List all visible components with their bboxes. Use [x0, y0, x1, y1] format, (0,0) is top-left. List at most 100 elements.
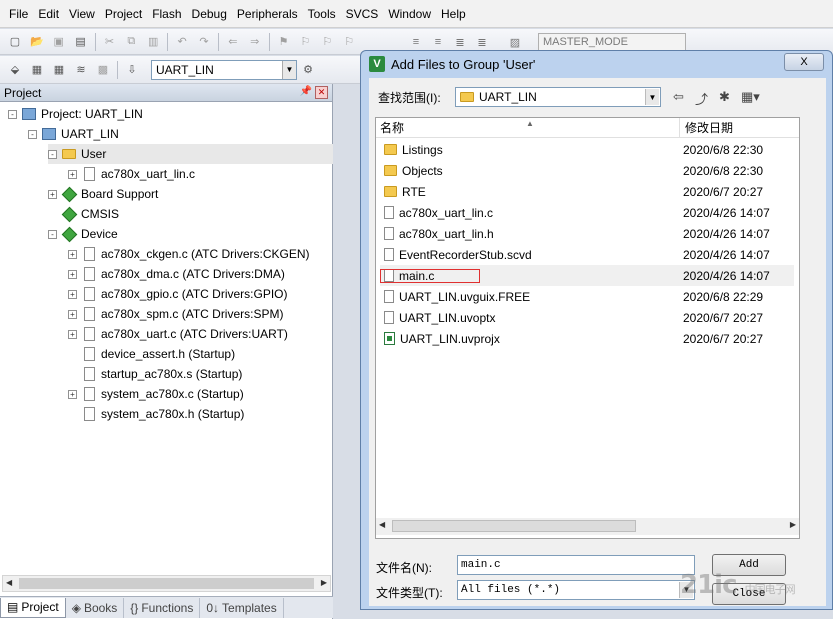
file-row[interactable]: ac780x_uart_lin.c 2020/4/26 14:07	[380, 202, 794, 223]
tree-item[interactable]: - Project: UART_LIN	[8, 104, 143, 124]
mode-select[interactable]: MASTER_MODE	[538, 33, 686, 51]
save-all-icon[interactable]: ▤	[72, 33, 90, 51]
nav-back-icon[interactable]: ⇐	[224, 33, 242, 51]
menu-file[interactable]: File	[4, 0, 33, 28]
menu-view[interactable]: View	[64, 0, 100, 28]
tree-item[interactable]: + Board Support	[48, 184, 158, 204]
scroll-left-icon[interactable]: ◀	[6, 578, 12, 587]
stop-build-icon[interactable]: ▩	[94, 61, 112, 79]
unindent-icon[interactable]: ≡	[430, 34, 446, 50]
save-icon[interactable]: ▣	[50, 33, 68, 51]
menu-svcs[interactable]: SVCS	[341, 0, 384, 28]
scroll-thumb[interactable]	[19, 578, 314, 589]
menu-project[interactable]: Project	[100, 0, 147, 28]
nav-forward-icon[interactable]: ⇒	[246, 33, 264, 51]
redo-icon[interactable]: ↷	[195, 33, 213, 51]
back-arrow-icon[interactable]: ⇦	[673, 89, 684, 105]
expand-icon[interactable]: +	[68, 289, 77, 299]
menu-help[interactable]: Help	[436, 0, 471, 28]
expand-icon[interactable]: +	[68, 309, 77, 319]
menu-peripherals[interactable]: Peripherals	[232, 0, 303, 28]
target-select[interactable]: UART_LIN ▼	[151, 59, 297, 80]
tab-functions[interactable]: {} Functions	[124, 597, 201, 618]
expand-icon[interactable]: +	[68, 269, 77, 279]
tree-item[interactable]: + ac780x_ckgen.c (ATC Drivers:CKGEN)	[68, 244, 310, 264]
up-folder-icon[interactable]: ⤴	[695, 89, 708, 108]
indent-icon[interactable]: ≡	[408, 34, 424, 50]
expand-icon[interactable]: +	[68, 329, 77, 339]
file-row[interactable]: Objects 2020/6/8 22:30	[380, 160, 794, 181]
collapse-icon[interactable]: -	[48, 229, 57, 239]
collapse-icon[interactable]: -	[28, 129, 37, 139]
column-header-name[interactable]: 名称 ▲	[376, 117, 680, 138]
tree-item[interactable]: + system_ac780x.c (Startup)	[68, 384, 244, 404]
tree-item[interactable]: + ac780x_uart_lin.c	[68, 164, 195, 184]
open-folder-icon[interactable]: 📂	[28, 33, 46, 51]
rebuild-icon[interactable]: ▦	[50, 61, 68, 79]
bookmark-clear-icon[interactable]: ⚐	[340, 33, 358, 51]
new-file-icon[interactable]: ▢	[6, 33, 24, 51]
download-icon[interactable]: ⇩	[123, 61, 141, 79]
tree-item[interactable]: + ac780x_gpio.c (ATC Drivers:GPIO)	[68, 284, 288, 304]
tree-item[interactable]: device_assert.h (Startup)	[68, 344, 235, 364]
look-in-select[interactable]: UART_LIN ▼	[455, 87, 661, 107]
menu-debug[interactable]: Debug	[187, 0, 232, 28]
chevron-down-icon[interactable]: ▼	[282, 60, 296, 79]
tree-item[interactable]: system_ac780x.h (Startup)	[68, 404, 244, 424]
file-row[interactable]: UART_LIN.uvoptx 2020/6/7 20:27	[380, 307, 794, 328]
tree-item[interactable]: - Device	[48, 224, 118, 244]
cut-icon[interactable]: ✂	[101, 33, 119, 51]
tree-item[interactable]: + ac780x_spm.c (ATC Drivers:SPM)	[68, 304, 283, 324]
tab-books[interactable]: ◈ Books	[66, 597, 125, 618]
tab-project[interactable]: ▤ Project	[0, 597, 66, 618]
tree-item[interactable]: CMSIS	[48, 204, 119, 224]
expand-icon[interactable]: +	[68, 249, 77, 259]
find-in-files-icon[interactable]: ▨	[507, 34, 523, 50]
undo-icon[interactable]: ↶	[173, 33, 191, 51]
bookmark-icon[interactable]: ⚑	[275, 33, 293, 51]
batch-build-icon[interactable]: ≋	[72, 61, 90, 79]
copy-icon[interactable]: ⧉	[122, 33, 140, 51]
bookmark-next-icon[interactable]: ⚐	[318, 33, 336, 51]
bookmark-prev-icon[interactable]: ⚐	[297, 33, 315, 51]
file-row[interactable]: ac780x_uart_lin.h 2020/4/26 14:07	[380, 223, 794, 244]
tree-item[interactable]: - UART_LIN	[28, 124, 119, 144]
view-menu-icon[interactable]: ▦▾	[741, 89, 760, 105]
project-scrollbar[interactable]: ◀ ▶	[2, 575, 331, 592]
expand-icon[interactable]: +	[48, 189, 57, 199]
file-row[interactable]: UART_LIN.uvprojx 2020/6/7 20:27	[380, 328, 794, 349]
file-row[interactable]: RTE 2020/6/7 20:27	[380, 181, 794, 202]
comment-icon[interactable]: ≣	[452, 34, 468, 50]
expand-icon[interactable]: +	[68, 389, 77, 399]
chevron-down-icon[interactable]: ▼	[645, 89, 659, 105]
file-list-scrollbar[interactable]: ◀ ▶	[376, 518, 799, 535]
menu-tools[interactable]: Tools	[303, 0, 341, 28]
menu-flash[interactable]: Flash	[147, 0, 186, 28]
file-row[interactable]: main.c 2020/4/26 14:07	[380, 265, 794, 286]
file-row[interactable]: UART_LIN.uvguix.FREE 2020/6/8 22:29	[380, 286, 794, 307]
scroll-thumb[interactable]	[392, 520, 636, 532]
scroll-left-icon[interactable]: ◀	[379, 520, 385, 529]
menu-window[interactable]: Window	[383, 0, 436, 28]
dialog-close-button[interactable]: X	[784, 53, 824, 71]
collapse-icon[interactable]: -	[8, 109, 17, 119]
file-row[interactable]: Listings 2020/6/8 22:30	[380, 139, 794, 160]
close-icon[interactable]: ✕	[315, 86, 328, 99]
scroll-right-icon[interactable]: ▶	[790, 520, 796, 529]
translate-icon[interactable]: ⬙	[6, 61, 24, 79]
target-options-icon[interactable]: ⚙	[299, 61, 317, 79]
new-folder-icon[interactable]: ✱	[719, 89, 730, 105]
file-row[interactable]: EventRecorderStub.scvd 2020/4/26 14:07	[380, 244, 794, 265]
tab-templates[interactable]: 0↓ Templates	[200, 597, 284, 618]
filetype-select[interactable]: All files (*.*) ▼	[457, 580, 695, 600]
tree-item[interactable]: - User	[48, 144, 333, 164]
pin-icon[interactable]: 📌	[300, 86, 312, 97]
menu-edit[interactable]: Edit	[33, 0, 64, 28]
tree-item[interactable]: + ac780x_uart.c (ATC Drivers:UART)	[68, 324, 288, 344]
uncomment-icon[interactable]: ≣	[474, 34, 490, 50]
expand-icon[interactable]: +	[68, 169, 77, 179]
column-header-date[interactable]: 修改日期	[680, 118, 733, 138]
scroll-right-icon[interactable]: ▶	[321, 578, 327, 587]
filename-input[interactable]: main.c	[457, 555, 695, 575]
collapse-icon[interactable]: -	[48, 149, 57, 159]
